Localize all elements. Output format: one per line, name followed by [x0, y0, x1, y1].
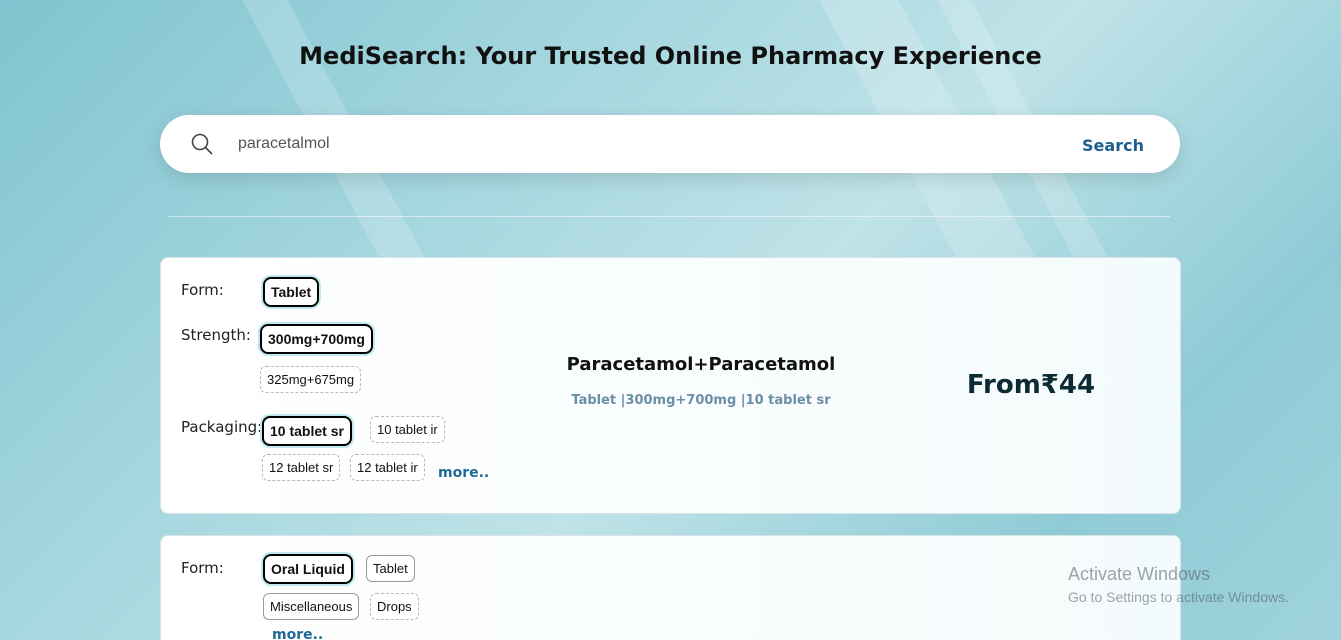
divider — [168, 216, 1170, 217]
strength-option[interactable]: 325mg+675mg — [260, 366, 362, 393]
form-option[interactable]: Tablet — [366, 555, 415, 582]
form-option[interactable]: Miscellaneous — [263, 593, 360, 620]
product-card: Form: Oral Liquid Tablet Miscellaneous D… — [160, 535, 1181, 640]
activate-windows-watermark: Activate Windows Go to Settings to activ… — [1068, 564, 1289, 605]
product-description: Tablet |300mg+700mg |10 tablet sr — [571, 393, 831, 408]
product-card: Form: Tablet Strength: 300mg+700mg 325mg… — [160, 257, 1181, 514]
packaging-option[interactable]: 12 tablet ir — [350, 454, 425, 481]
product-name[interactable]: Paracetamol+Paracetamol — [561, 354, 841, 375]
form-option[interactable]: Oral Liquid — [263, 554, 353, 584]
search-icon — [191, 133, 213, 155]
form-option-tablet[interactable]: Tablet — [263, 277, 320, 307]
watermark-title: Activate Windows — [1068, 564, 1211, 584]
more-link[interactable]: more.. — [272, 627, 323, 640]
form-label: Form: — [181, 559, 224, 577]
strength-option[interactable]: 300mg+700mg — [260, 324, 373, 354]
search-button[interactable]: Search — [1076, 130, 1150, 160]
form-option[interactable]: Drops — [370, 593, 419, 620]
search-input[interactable] — [238, 130, 1018, 158]
packaging-option[interactable]: 12 tablet sr — [262, 454, 341, 481]
packaging-label: Packaging: — [181, 418, 263, 436]
form-label: Form: — [181, 281, 224, 299]
packaging-option[interactable]: 10 tablet sr — [262, 416, 352, 446]
watermark-subtitle: Go to Settings to activate Windows. — [1068, 589, 1289, 605]
more-link[interactable]: more.. — [438, 465, 489, 481]
strength-label: Strength: — [181, 326, 251, 344]
page-title: MediSearch: Your Trusted Online Pharmacy… — [299, 42, 1042, 70]
packaging-option[interactable]: 10 tablet ir — [370, 416, 445, 443]
product-price: From₹44 — [966, 370, 1096, 400]
